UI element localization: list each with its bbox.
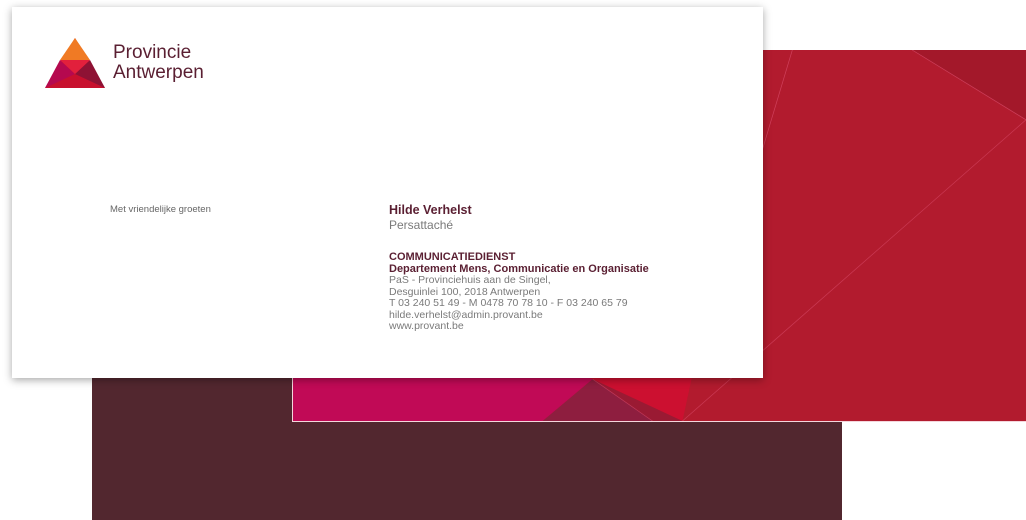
- website-address: www.provant.be: [389, 320, 464, 332]
- contact-role: Persattaché: [389, 218, 454, 232]
- closing-text: Met vriendelijke groeten: [110, 204, 211, 215]
- logo-wordmark: Provincie Antwerpen: [113, 43, 204, 83]
- address-line-1: PaS - Provinciehuis aan de Singel,: [389, 274, 551, 286]
- contact-name: Hilde Verhelst: [389, 203, 472, 217]
- phone-numbers: T 03 240 51 49 - M 0478 70 78 10 - F 03 …: [389, 297, 628, 309]
- contact-block: Hilde Verhelst Persattaché COMMUNICATIED…: [389, 203, 649, 333]
- department-name: COMMUNICATIEDIENST: [389, 251, 516, 263]
- logo: Provincie Antwerpen: [45, 38, 204, 88]
- triangle-logo-icon: [45, 38, 105, 88]
- business-card-front: Provincie Antwerpen Met vriendelijke gro…: [12, 7, 763, 378]
- logo-line-2: Antwerpen: [113, 62, 204, 83]
- logo-line-1: Provincie: [113, 42, 192, 63]
